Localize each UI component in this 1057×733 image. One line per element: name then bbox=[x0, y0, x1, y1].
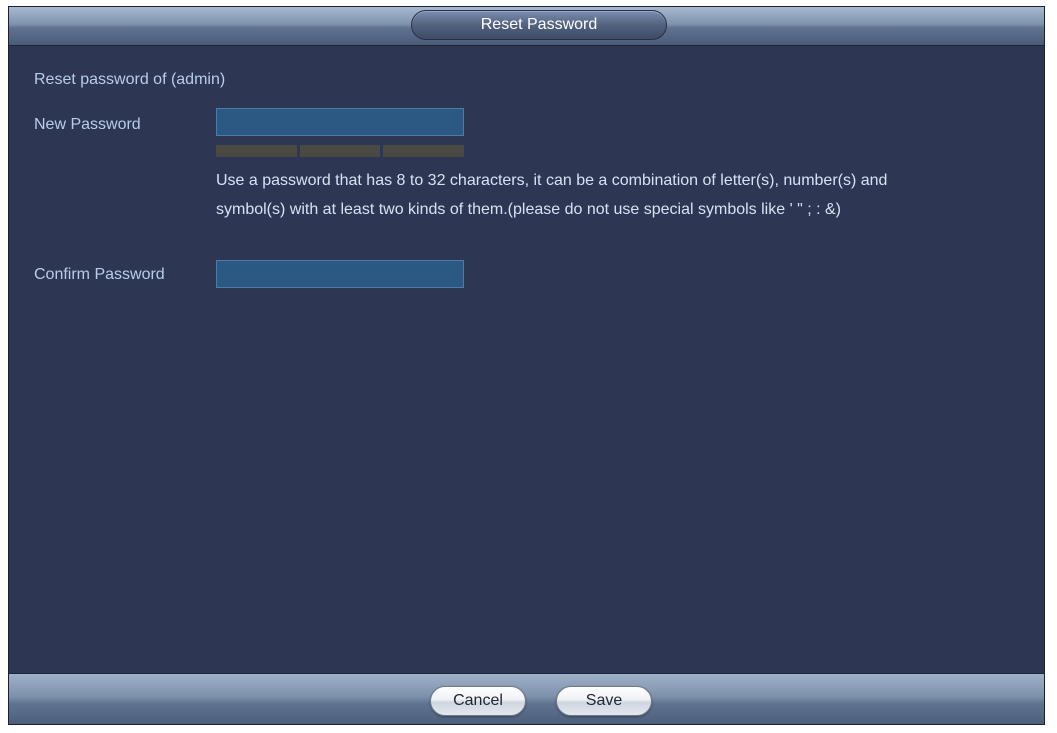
dialog-content: Reset password of (admin) New Password U… bbox=[9, 45, 1044, 675]
dialog-footer: Cancel Save bbox=[9, 673, 1044, 724]
new-password-label: New Password bbox=[34, 116, 141, 133]
title-bar: Reset Password bbox=[9, 7, 1044, 46]
dialog-title: Reset Password bbox=[411, 10, 667, 40]
confirm-password-field[interactable] bbox=[216, 260, 464, 288]
password-strength-meter bbox=[216, 145, 465, 157]
strength-segment bbox=[299, 145, 381, 157]
reset-heading: Reset password of (admin) bbox=[34, 71, 226, 88]
strength-segment bbox=[216, 145, 297, 157]
strength-segment bbox=[383, 145, 465, 157]
save-button[interactable]: Save bbox=[556, 686, 652, 716]
password-hint: Use a password that has 8 to 32 characte… bbox=[216, 172, 888, 218]
reset-password-dialog: Reset Password Reset password of (admin)… bbox=[8, 6, 1045, 725]
cancel-button[interactable]: Cancel bbox=[430, 686, 526, 716]
confirm-password-label: Confirm Password bbox=[34, 266, 165, 283]
new-password-field[interactable] bbox=[216, 108, 464, 136]
